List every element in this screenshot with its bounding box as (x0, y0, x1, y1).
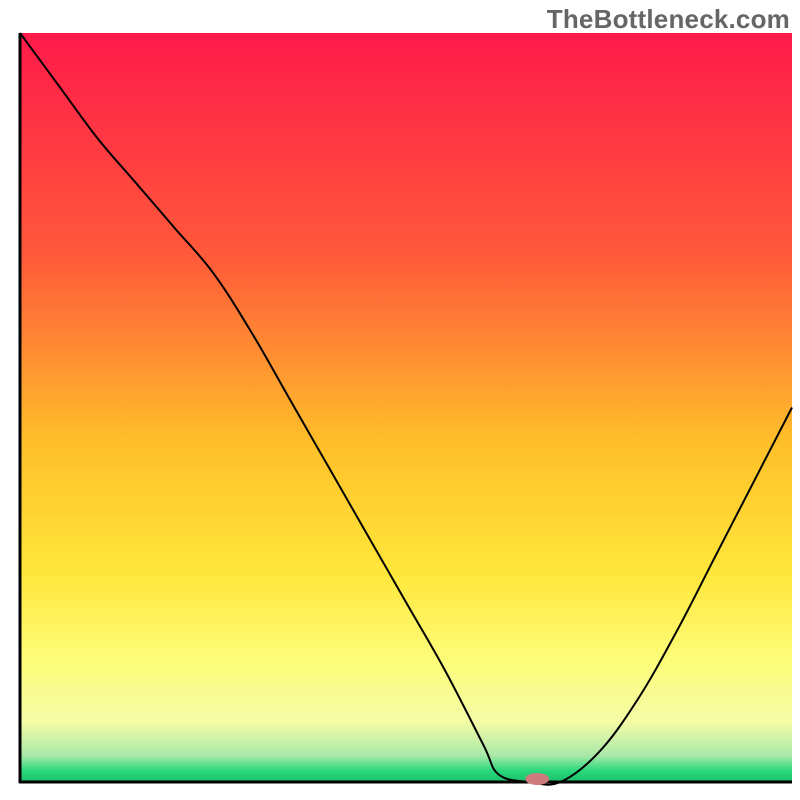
chart-container: TheBottleneck.com (0, 0, 800, 800)
optimal-point-marker (525, 773, 549, 785)
watermark-label: TheBottleneck.com (547, 4, 790, 35)
bottleneck-chart (0, 0, 800, 800)
chart-background (20, 33, 792, 782)
